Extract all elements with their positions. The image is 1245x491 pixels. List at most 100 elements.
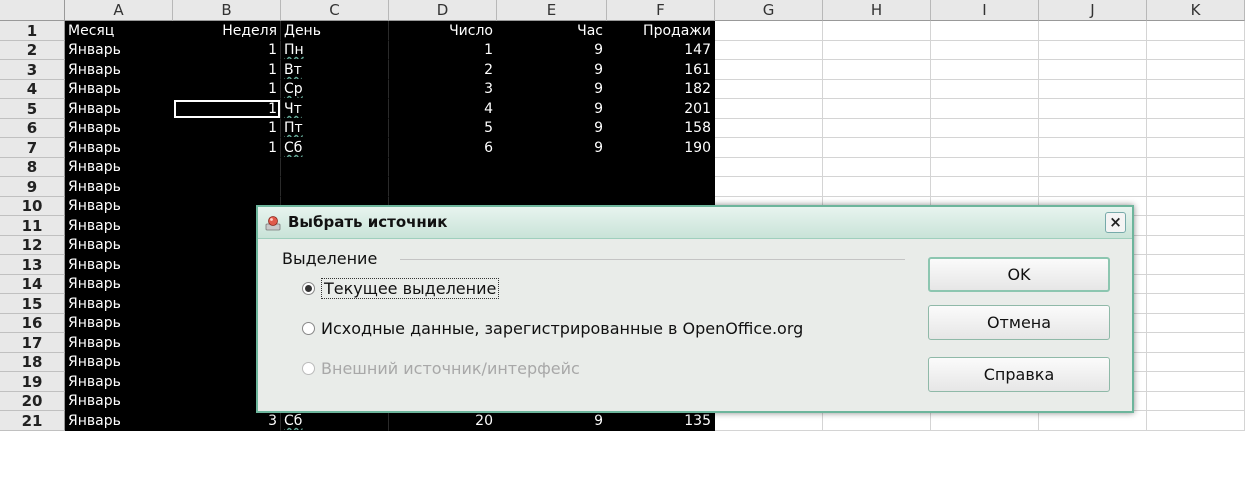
cell-d21[interactable]: 20 [389,411,497,431]
cell-k10[interactable] [1147,197,1245,216]
radio-current-selection[interactable]: Текущее выделение [302,278,500,299]
cell-d2[interactable]: 1 [389,41,497,60]
row-header-6[interactable]: 6 [0,119,65,138]
cell-d7[interactable]: 6 [389,138,497,158]
cell-h6[interactable] [823,119,931,138]
cell-j2[interactable] [1039,41,1147,60]
cell-k15[interactable] [1147,294,1245,314]
cell-a6[interactable]: Январь [65,119,173,138]
cell-a16[interactable]: Январь [65,314,173,333]
column-header-g[interactable]: G [715,0,823,21]
row-header-18[interactable]: 18 [0,353,65,372]
cell-f3[interactable]: 161 [607,60,715,80]
cell-i2[interactable] [931,41,1039,60]
cell-k8[interactable] [1147,158,1245,177]
column-header-e[interactable]: E [497,0,607,21]
cell-g3[interactable] [715,60,823,80]
row-header-21[interactable]: 21 [0,411,65,431]
cell-a10[interactable]: Январь [65,197,173,216]
cell-e8[interactable] [497,158,607,177]
cancel-button[interactable]: Отмена [928,305,1110,340]
cell-i7[interactable] [931,138,1039,158]
cell-g8[interactable] [715,158,823,177]
cell-h7[interactable] [823,138,931,158]
cell-a15[interactable]: Январь [65,294,173,314]
cell-h21[interactable] [823,411,931,431]
cell-k20[interactable] [1147,392,1245,411]
cell-i3[interactable] [931,60,1039,80]
column-header-k[interactable]: K [1147,0,1245,21]
cell-j1[interactable] [1039,21,1147,41]
cell-e1[interactable]: Час [497,21,607,41]
cell-d4[interactable]: 3 [389,80,497,99]
cell-k4[interactable] [1147,80,1245,99]
cell-c21[interactable]: Сб [281,411,389,431]
row-header-15[interactable]: 15 [0,294,65,314]
cell-a14[interactable]: Январь [65,275,173,294]
radio-unchecked-icon[interactable] [302,322,315,335]
cell-c6[interactable]: Пт [281,119,389,138]
cell-j21[interactable] [1039,411,1147,431]
row-header-1[interactable]: 1 [0,21,65,41]
cell-f8[interactable] [607,158,715,177]
cell-c1[interactable]: День [281,21,389,41]
cell-e3[interactable]: 9 [497,60,607,80]
column-header-i[interactable]: I [931,0,1039,21]
cell-j3[interactable] [1039,60,1147,80]
column-header-j[interactable]: J [1039,0,1147,21]
row-header-19[interactable]: 19 [0,372,65,392]
cell-k7[interactable] [1147,138,1245,158]
cell-a20[interactable]: Январь [65,392,173,411]
cell-h2[interactable] [823,41,931,60]
cell-e21[interactable]: 9 [497,411,607,431]
cell-b8[interactable] [173,158,281,177]
cell-i9[interactable] [931,177,1039,197]
cell-b7[interactable]: 1 [173,138,281,158]
cell-f5[interactable]: 201 [607,99,715,119]
row-header-4[interactable]: 4 [0,80,65,99]
cell-j7[interactable] [1039,138,1147,158]
cell-k1[interactable] [1147,21,1245,41]
cell-h5[interactable] [823,99,931,119]
column-header-f[interactable]: F [607,0,715,21]
cell-g4[interactable] [715,80,823,99]
cell-e9[interactable] [497,177,607,197]
cell-h4[interactable] [823,80,931,99]
active-cell-b5[interactable]: 1 [173,99,281,119]
cell-a4[interactable]: Январь [65,80,173,99]
cell-e5[interactable]: 9 [497,99,607,119]
row-header-9[interactable]: 9 [0,177,65,197]
row-header-17[interactable]: 17 [0,333,65,353]
cell-k16[interactable] [1147,314,1245,333]
cell-a1[interactable]: Месяц [65,21,173,41]
cell-j4[interactable] [1039,80,1147,99]
cell-d3[interactable]: 2 [389,60,497,80]
cell-b4[interactable]: 1 [173,80,281,99]
cell-f4[interactable]: 182 [607,80,715,99]
radio-registered-data[interactable]: Исходные данные, зарегистрированные в Op… [302,319,803,338]
cell-h3[interactable] [823,60,931,80]
cell-k3[interactable] [1147,60,1245,80]
cell-c9[interactable] [281,177,389,197]
select-all-corner[interactable] [0,0,65,21]
column-header-a[interactable]: A [65,0,173,21]
cell-h9[interactable] [823,177,931,197]
cell-h8[interactable] [823,158,931,177]
cell-c3[interactable]: Вт [281,60,389,80]
cell-a17[interactable]: Январь [65,333,173,353]
cell-g1[interactable] [715,21,823,41]
column-header-h[interactable]: H [823,0,931,21]
cell-e7[interactable]: 9 [497,138,607,158]
column-header-d[interactable]: D [389,0,497,21]
cell-b21[interactable]: 3 [173,411,281,431]
dialog-titlebar[interactable]: Выбрать источник × [258,207,1132,239]
cell-k5[interactable] [1147,99,1245,119]
cell-b6[interactable]: 1 [173,119,281,138]
cell-d6[interactable]: 5 [389,119,497,138]
cell-k2[interactable] [1147,41,1245,60]
cell-b1[interactable]: Неделя [173,21,281,41]
cell-a2[interactable]: Январь [65,41,173,60]
cell-g7[interactable] [715,138,823,158]
cell-c8[interactable] [281,158,389,177]
cell-j6[interactable] [1039,119,1147,138]
